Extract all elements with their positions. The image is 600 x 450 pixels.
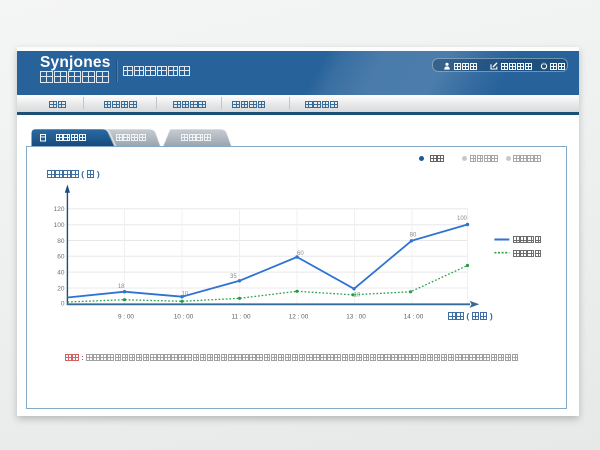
svg-text:60: 60 (57, 254, 65, 261)
svg-text:80: 80 (57, 238, 65, 245)
svg-text:40: 40 (57, 269, 65, 276)
svg-text:120: 120 (54, 206, 65, 213)
svg-text:80: 80 (410, 233, 417, 239)
svg-text:10 : 00: 10 : 00 (174, 313, 194, 320)
svg-text:12 : 00: 12 : 00 (289, 313, 309, 320)
svg-text:11 : 00: 11 : 00 (231, 313, 251, 320)
svg-text:13 : 00: 13 : 00 (346, 313, 366, 320)
svg-text:35: 35 (230, 274, 237, 280)
svg-text:10: 10 (354, 293, 361, 299)
svg-text:60: 60 (297, 251, 304, 257)
svg-text:9 : 00: 9 : 00 (118, 313, 134, 320)
svg-text:0: 0 (61, 301, 65, 308)
svg-text:14 : 00: 14 : 00 (404, 313, 424, 320)
svg-text:100: 100 (457, 216, 468, 222)
svg-text:100: 100 (54, 222, 65, 229)
svg-text:18: 18 (118, 284, 125, 290)
svg-text:10: 10 (182, 291, 189, 297)
svg-text:20: 20 (57, 285, 65, 292)
